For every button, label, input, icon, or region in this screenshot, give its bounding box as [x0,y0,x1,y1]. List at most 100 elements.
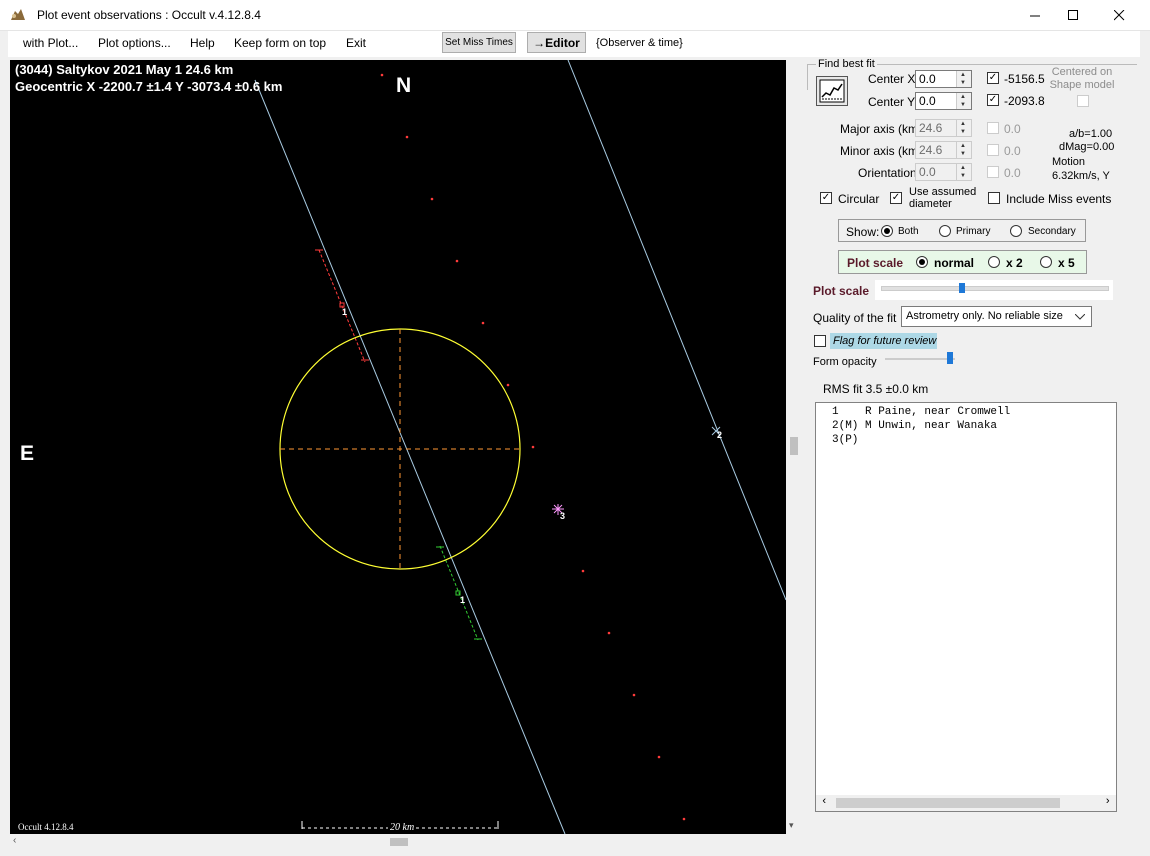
plot-scale-label: Plot scale [847,256,904,270]
scroll-right-icon[interactable]: › [1104,796,1111,808]
fit-chart-icon [819,79,845,103]
dmag-value: dMag=0.00 [1059,141,1115,153]
occult-app-icon [11,9,25,20]
menu-keep-on-top[interactable]: Keep form on top [234,36,326,50]
form-opacity-thumb[interactable] [947,352,953,364]
quality-dropdown[interactable]: Astrometry only. No reliable size [901,306,1092,327]
window-title: Plot event observations : Occult v.4.12.… [37,8,261,22]
plot-scale-slider[interactable] [875,280,1113,300]
fit-minor-axis-checkbox[interactable] [987,144,999,156]
scale-normal-radio[interactable] [916,256,928,268]
version-label: Occult 4.12.8.4 [18,822,74,832]
miss-dots [380,73,686,821]
scale-x5-label: x 5 [1058,256,1075,270]
menu-with-plot[interactable]: with Plot... [23,36,78,50]
observer-list-hscrollbar[interactable]: ‹ › [816,795,1116,811]
form-opacity-slider[interactable] [885,352,957,368]
scale-x5-radio[interactable] [1040,256,1052,268]
orientation-field[interactable]: 0.0 ▲ ▼ [915,163,972,181]
close-icon [1113,9,1124,20]
plot-vertical-scrollbar[interactable]: ▾ [786,60,803,834]
centered-on-shape-checkbox[interactable] [1077,95,1089,107]
maximize-icon [1067,9,1078,20]
fit-orientation-checkbox[interactable] [987,166,999,178]
chord-1-disappear-segment [318,249,366,363]
show-primary-label: Primary [956,226,991,237]
center-y-field[interactable]: 0.0 ▲ ▼ [915,92,972,110]
fit-x-value: -5156.5 [1004,72,1045,86]
set-miss-times-button[interactable]: Set Miss Times [442,32,516,53]
menu-help[interactable]: Help [190,36,215,50]
orientation-fit: 0.0 [1004,166,1021,180]
show-secondary-radio[interactable] [1010,225,1022,237]
vertical-scroll-thumb[interactable] [790,437,798,455]
chord-label-2: 2 [717,430,723,440]
circular-checkbox[interactable]: ✓ [820,192,832,204]
fit-major-axis-checkbox[interactable] [987,122,999,134]
fit-center-x-checkbox[interactable]: ✓ [987,72,999,84]
center-y-label: Center Y [868,95,916,109]
east-label: E [20,442,35,465]
fit-y-value: -2093.8 [1004,94,1045,108]
minor-axis-field[interactable]: 24.6 ▲ ▼ [915,141,972,159]
plot-area[interactable]: (3044) Saltykov 2021 May 1 24.6 km Geoce… [10,60,786,834]
scroll-down-icon[interactable]: ▾ [789,820,794,831]
plot-heading-line2: Geocentric X -2200.7 ±1.4 Y -3073.4 ±0.6… [15,79,283,94]
minimize-icon [1029,15,1040,16]
north-label: N [396,74,412,97]
chord-label-3: 3 [560,511,566,521]
observer-list-scroll-thumb[interactable] [836,798,1060,808]
quality-value: Astrometry only. No reliable size [906,310,1063,322]
menu-plot-options[interactable]: Plot options... [98,36,171,50]
quality-label: Quality of the fit [813,311,897,325]
use-assumed-diameter-label: Use assumed diameter [909,186,977,210]
plot-scale-slider-track [881,286,1109,291]
chord-label-1a: 1 [342,307,348,317]
minor-axis-label: Minor axis (km) [840,144,923,158]
major-axis-fit: 0.0 [1004,122,1021,136]
plot-scale-slider-label: Plot scale [813,284,870,298]
circular-label: Circular [838,192,880,206]
form-opacity-track [885,358,955,360]
include-miss-events-checkbox[interactable] [988,192,1000,204]
chord-line-2 [567,60,786,601]
scale-x2-radio[interactable] [988,256,1000,268]
scroll-left-icon[interactable]: ‹ [821,796,828,808]
show-label: Show: [846,225,880,239]
flag-review-label: Flag for future review [830,333,937,349]
find-best-fit-button[interactable] [816,76,848,106]
horizontal-scroll-thumb[interactable] [390,838,408,846]
chord-label-1b: 1 [460,595,466,605]
motion-value: 6.32km/s, Y [1052,170,1110,182]
menu-exit[interactable]: Exit [346,36,366,50]
show-primary-radio[interactable] [939,225,951,237]
list-item[interactable]: 1 R Paine, near Cromwell [832,406,1010,418]
list-item[interactable]: 3(P) [832,434,858,446]
motion-label: Motion [1052,156,1086,168]
maximize-button[interactable] [1050,0,1096,30]
editor-button[interactable]: →Editor [527,32,586,53]
plot-horizontal-scrollbar[interactable]: ‹ [10,834,786,851]
major-axis-label: Major axis (km) [840,122,923,136]
major-axis-field[interactable]: 24.6 ▲ ▼ [915,119,972,137]
use-assumed-diameter-checkbox[interactable]: ✓ [890,192,902,204]
fit-center-y-checkbox[interactable]: ✓ [987,94,999,106]
close-button[interactable] [1096,0,1142,30]
find-best-fit-label: Find best fit [816,58,877,70]
rms-fit-label: RMS fit 3.5 ±0.0 km [823,382,929,396]
show-both-radio[interactable] [881,225,893,237]
scale-normal-label: normal [934,256,975,270]
flag-review-checkbox[interactable] [814,335,826,347]
form-opacity-label: Form opacity [813,356,877,368]
show-both-label: Both [898,226,919,237]
list-item[interactable]: 2(M) M Unwin, near Wanaka [832,420,997,432]
center-x-field[interactable]: 0.0 ▲ ▼ [915,70,972,88]
scroll-left-icon[interactable]: ‹ [13,835,16,846]
centered-on-shape-label: Centered on Shape model [1049,66,1115,91]
observer-time-button[interactable]: {Observer & time} [596,37,683,49]
minor-axis-fit: 0.0 [1004,144,1021,158]
observer-list[interactable]: 1 R Paine, near Cromwell 2(M) M Unwin, n… [815,402,1117,812]
plot-scale-slider-thumb[interactable] [959,283,965,293]
chevron-down-icon [1075,314,1085,320]
menu-bar: with Plot... Plot options... Help Keep f… [8,31,1140,57]
